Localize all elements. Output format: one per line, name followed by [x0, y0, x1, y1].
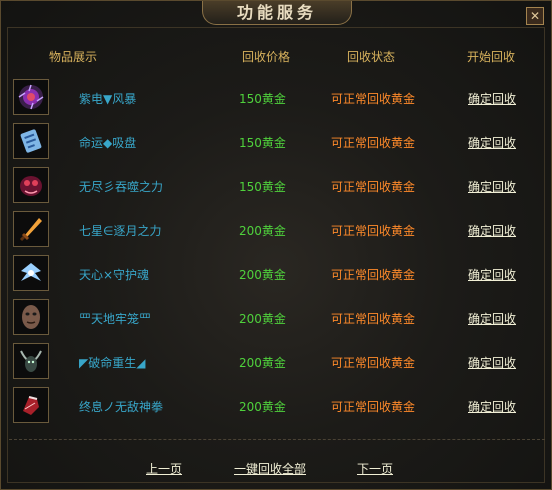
- item-row: 天心×守护魂 200黄金 可正常回收黄金 确定回收: [9, 252, 545, 294]
- column-action: 开始回收: [467, 50, 516, 64]
- item-slot[interactable]: [13, 211, 49, 247]
- item-name: ◤破命重生◢: [79, 356, 146, 370]
- item-status: 可正常回收黄金: [331, 92, 416, 106]
- item-status: 可正常回收黄金: [331, 224, 416, 238]
- item-price: 150黄金: [239, 136, 286, 150]
- item-price: 200黄金: [239, 224, 286, 238]
- column-item: 物品展示: [49, 50, 98, 64]
- confirm-recycle-link[interactable]: 确定回收: [468, 178, 516, 195]
- item-slot[interactable]: [13, 299, 49, 335]
- recycle-all-link[interactable]: 一键回收全部: [234, 460, 306, 477]
- item-status: 可正常回收黄金: [331, 180, 416, 194]
- confirm-recycle-link[interactable]: 确定回收: [468, 266, 516, 283]
- stone-mask-icon: [22, 305, 40, 329]
- winged-spirit-icon: [21, 263, 41, 281]
- item-name: 无尽彡吞噬之力: [79, 180, 164, 194]
- item-name: 天心×守护魂: [79, 268, 150, 282]
- column-status: 回收状态: [347, 50, 396, 64]
- item-slot[interactable]: [13, 167, 49, 203]
- item-price: 200黄金: [239, 312, 286, 326]
- item-slot[interactable]: [13, 123, 49, 159]
- flame-sword-icon: [19, 218, 42, 242]
- item-slot[interactable]: [13, 79, 49, 115]
- purple-orb-icon: [18, 84, 44, 110]
- prev-page-link[interactable]: 上一页: [146, 460, 182, 477]
- blue-scroll-icon: [20, 129, 42, 153]
- confirm-recycle-link[interactable]: 确定回收: [468, 310, 516, 327]
- item-name: 命运◆吸盘: [79, 136, 137, 150]
- confirm-recycle-link[interactable]: 确定回收: [468, 90, 516, 107]
- item-name: 终息ノ无敌神拳: [79, 400, 164, 414]
- column-header: 物品展示 回收价格 回收状态 开始回收: [1, 48, 552, 68]
- item-slot[interactable]: [13, 255, 49, 291]
- item-name: 罒天地牢笼罒: [79, 312, 152, 326]
- next-page-link[interactable]: 下一页: [357, 460, 393, 477]
- horned-demon-icon: [20, 350, 42, 372]
- confirm-recycle-link[interactable]: 确定回收: [468, 398, 516, 415]
- item-price: 200黄金: [239, 268, 286, 282]
- item-name: 紫电▼风暴: [79, 92, 137, 106]
- item-price: 200黄金: [239, 356, 286, 370]
- confirm-recycle-link[interactable]: 确定回收: [468, 134, 516, 151]
- item-row: 命运◆吸盘 150黄金 可正常回收黄金 确定回收: [9, 120, 545, 162]
- item-row: 罒天地牢笼罒 200黄金 可正常回收黄金 确定回收: [9, 296, 545, 338]
- item-price: 150黄金: [239, 92, 286, 106]
- window-title: 功能服务: [236, 3, 317, 22]
- item-row: 终息ノ无敌神拳 200黄金 可正常回收黄金 确定回收: [9, 384, 545, 426]
- close-button[interactable]: ✕: [526, 7, 544, 25]
- item-price: 150黄金: [239, 180, 286, 194]
- crimson-beast-icon: [20, 176, 42, 196]
- item-slot[interactable]: [13, 387, 49, 423]
- item-slot[interactable]: [13, 343, 49, 379]
- item-name: 七星∈逐月之力: [79, 224, 162, 238]
- confirm-recycle-link[interactable]: 确定回收: [468, 354, 516, 371]
- item-row: 无尽彡吞噬之力 150黄金 可正常回收黄金 确定回收: [9, 164, 545, 206]
- red-gauntlet-icon: [23, 396, 39, 415]
- title-plate: 功能服务: [202, 1, 352, 25]
- confirm-recycle-link[interactable]: 确定回收: [468, 222, 516, 239]
- recycle-service-window: 功能服务 ✕ 物品展示 回收价格 回收状态 开始回收 紫电▼风暴 150黄金 可…: [0, 0, 552, 490]
- item-status: 可正常回收黄金: [331, 136, 416, 150]
- item-status: 可正常回收黄金: [331, 356, 416, 370]
- item-row: 七星∈逐月之力 200黄金 可正常回收黄金 确定回收: [9, 208, 545, 250]
- item-price: 200黄金: [239, 400, 286, 414]
- item-status: 可正常回收黄金: [331, 268, 416, 282]
- column-price: 回收价格: [242, 50, 291, 64]
- item-row: 紫电▼风暴 150黄金 可正常回收黄金 确定回收: [9, 76, 545, 118]
- item-status: 可正常回收黄金: [331, 312, 416, 326]
- item-status: 可正常回收黄金: [331, 400, 416, 414]
- footer-divider: [9, 439, 545, 440]
- item-row: ◤破命重生◢ 200黄金 可正常回收黄金 确定回收: [9, 340, 545, 382]
